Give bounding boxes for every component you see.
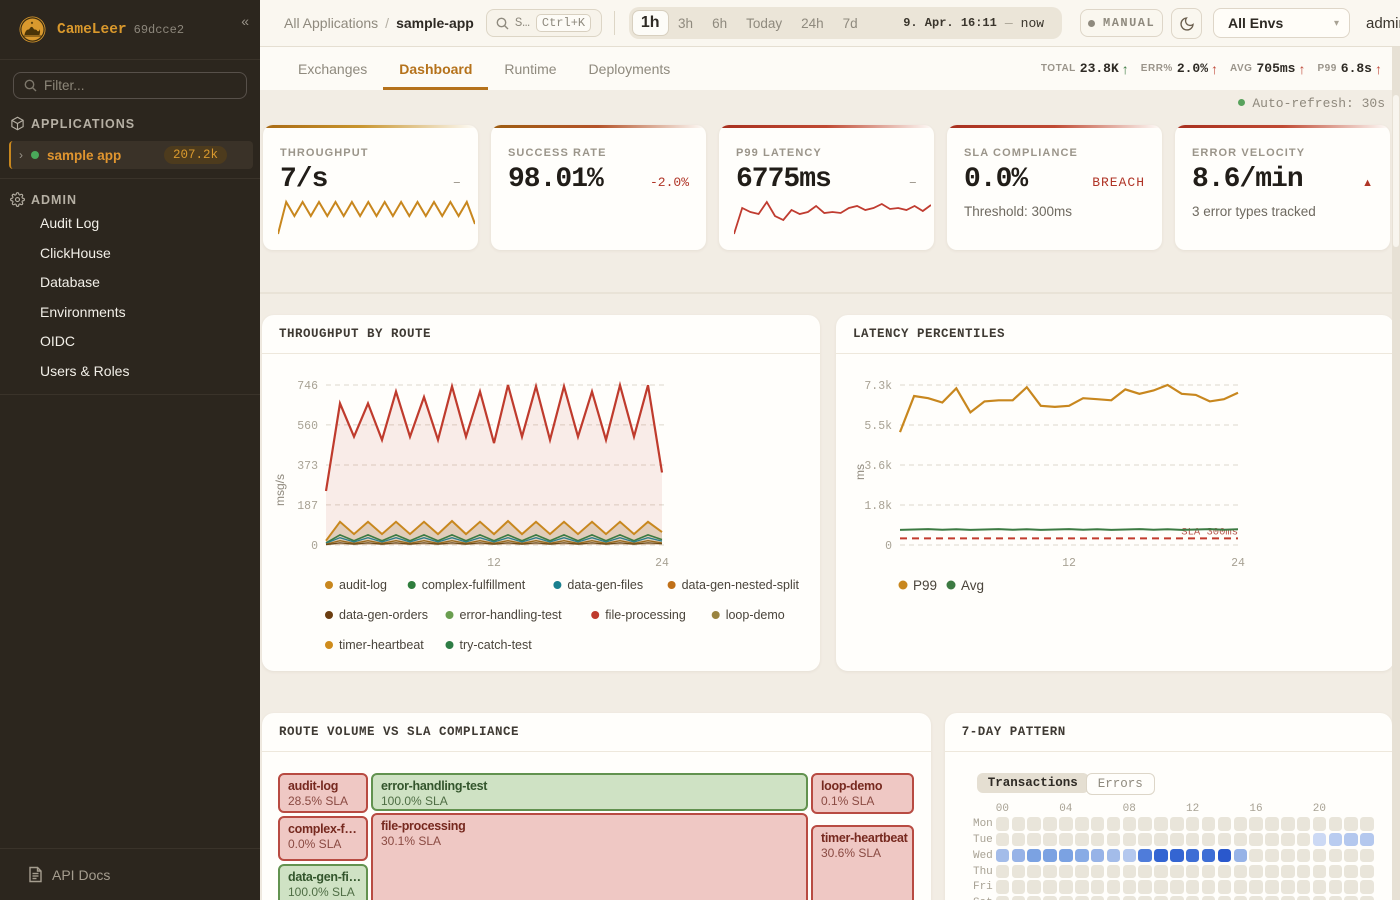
svg-text:560: 560 xyxy=(297,420,318,433)
svg-text:data-gen-orders: data-gen-orders xyxy=(339,608,428,622)
svg-text:24: 24 xyxy=(1231,557,1245,570)
svg-text:0: 0 xyxy=(311,540,318,553)
svg-text:373: 373 xyxy=(297,460,318,473)
svg-text:P99: P99 xyxy=(913,578,937,593)
svg-text:1.8k: 1.8k xyxy=(864,500,892,513)
svg-text:data-gen-nested-split: data-gen-nested-split xyxy=(682,578,800,592)
svg-text:timer-heartbeat: timer-heartbeat xyxy=(339,638,424,652)
svg-text:data-gen-files: data-gen-files xyxy=(567,578,643,592)
svg-text:try-catch-test: try-catch-test xyxy=(460,638,533,652)
svg-text:complex-fulfillment: complex-fulfillment xyxy=(422,578,526,592)
svg-text:12: 12 xyxy=(1062,557,1076,570)
svg-text:0: 0 xyxy=(885,540,892,553)
svg-text:24: 24 xyxy=(655,557,669,570)
svg-text:12: 12 xyxy=(487,557,501,570)
svg-text:7.3k: 7.3k xyxy=(864,380,892,393)
svg-text:3.6k: 3.6k xyxy=(864,460,892,473)
svg-text:5.5k: 5.5k xyxy=(864,420,892,433)
svg-text:msg/s: msg/s xyxy=(273,474,287,506)
svg-text:ms: ms xyxy=(853,464,867,480)
svg-text:187: 187 xyxy=(297,500,318,513)
svg-text:error-handling-test: error-handling-test xyxy=(460,608,563,622)
svg-text:loop-demo: loop-demo xyxy=(726,608,785,622)
svg-text:746: 746 xyxy=(297,380,318,393)
svg-text:audit-log: audit-log xyxy=(339,578,387,592)
svg-text:Avg: Avg xyxy=(961,578,984,593)
svg-text:file-processing: file-processing xyxy=(605,608,686,622)
